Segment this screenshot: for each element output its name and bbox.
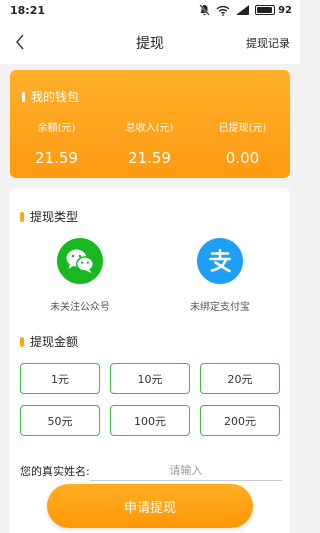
balance-value: 21.59 (35, 149, 78, 167)
balance-label: 余额(元) (37, 123, 76, 134)
submit-withdraw-button[interactable]: 申请提现 (47, 484, 253, 528)
withdraw-type-title: 提现类型 (30, 210, 79, 224)
withdrawn-stat: 已提现(元) 0.00 (196, 119, 289, 167)
alipay-option-label: 未绑定支付宝 (190, 302, 250, 313)
amount-option-200[interactable]: 200元 (200, 405, 280, 436)
withdraw-amount-title: 提现金额 (30, 335, 79, 349)
withdrawn-value: 0.00 (225, 149, 260, 167)
wechat-option[interactable]: 未关注公众号 (20, 238, 140, 313)
withdraw-type-header: 提现类型 (20, 208, 78, 225)
total-income-value: 21.59 (128, 149, 171, 167)
withdraw-record-link[interactable]: 提现记录 (246, 35, 290, 51)
battery-level: 92 (278, 4, 292, 16)
status-bar: 18:21 92 (0, 0, 300, 20)
wallet-card: 我的钱包 余额(元) 21.59 总收入(元) 21.59 已提现(元) 0.0… (10, 70, 290, 178)
amount-option-1[interactable]: 1元 (20, 363, 100, 394)
withdraw-amount-header: 提现金额 (20, 333, 78, 350)
wechat-option-label: 未关注公众号 (50, 302, 110, 313)
battery-indicator: 92 (255, 5, 292, 16)
amount-option-100[interactable]: 100元 (110, 405, 190, 436)
total-income-label: 总收入(元) (125, 123, 174, 134)
alipay-icon (197, 238, 243, 284)
battery-fill (257, 7, 272, 13)
signal-icon (236, 5, 250, 15)
real-name-label: 您的真实姓名: (20, 465, 90, 478)
status-icons: 92 (199, 4, 292, 16)
amount-option-20[interactable]: 20元 (200, 363, 280, 394)
battery-icon (255, 5, 276, 15)
status-time: 18:21 (10, 3, 46, 17)
wallet-header: 我的钱包 (22, 88, 79, 105)
notifications-off-icon (199, 4, 210, 16)
wallet-title-marker (22, 91, 25, 102)
withdrawn-label: 已提现(元) (218, 123, 267, 134)
section-marker (20, 336, 24, 347)
amount-option-50[interactable]: 50元 (20, 405, 100, 436)
wallet-title: 我的钱包 (31, 90, 80, 104)
real-name-input[interactable] (89, 461, 282, 481)
section-marker (20, 211, 24, 222)
total-income-stat: 总收入(元) 21.59 (103, 119, 196, 167)
alipay-option[interactable]: 未绑定支付宝 (160, 238, 280, 313)
balance-stat: 余额(元) 21.59 (10, 119, 103, 167)
nav-bar: 提现 提现记录 (0, 20, 300, 64)
wifi-icon (216, 5, 230, 16)
wechat-icon (57, 238, 103, 284)
amount-option-10[interactable]: 10元 (110, 363, 190, 394)
real-name-row: 您的真实姓名: (20, 460, 282, 482)
withdraw-form-card: 提现类型 未关注公众号 未绑定支付宝 提现金额 1元 10元 20元 50元 1… (10, 188, 290, 533)
